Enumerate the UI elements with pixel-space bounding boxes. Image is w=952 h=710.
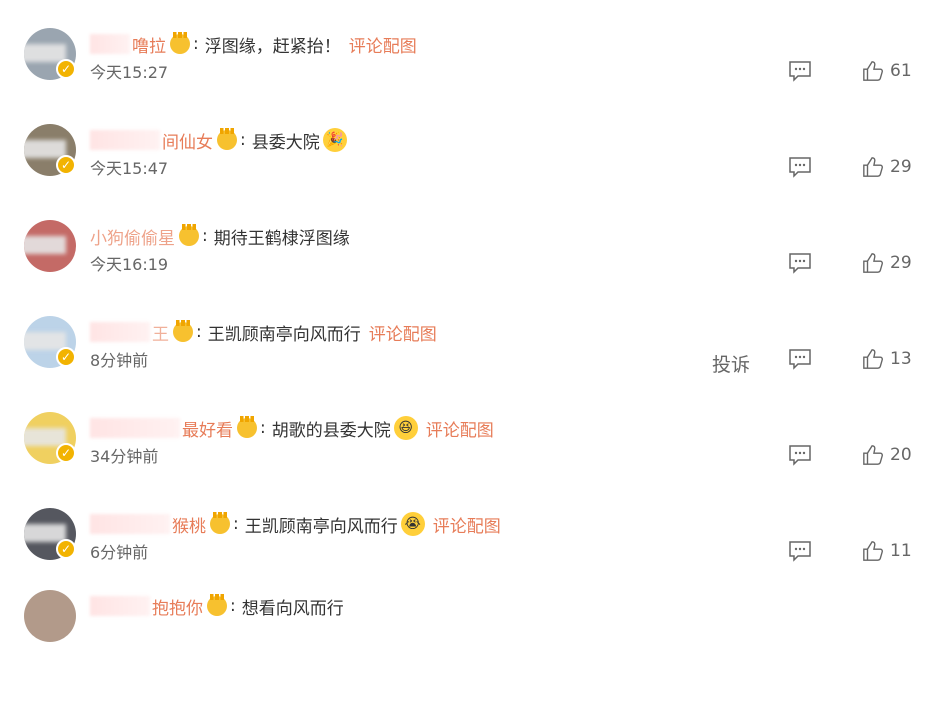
comment-item: 抱抱你 : 想看向风而行 bbox=[0, 590, 952, 710]
user-name[interactable]: 猴桃 bbox=[172, 512, 206, 537]
comment-image-link[interactable]: 评论配图 bbox=[349, 32, 417, 57]
comment-time: 今天15:27 bbox=[90, 63, 169, 82]
comment-text: 王凯顾南亭向风而行 bbox=[244, 516, 398, 537]
fan-crown-icon bbox=[217, 128, 237, 150]
fan-crown-icon bbox=[173, 320, 193, 342]
verified-badge-icon: ✓ bbox=[56, 539, 76, 559]
colon-separator: : bbox=[202, 226, 208, 246]
redacted-name bbox=[90, 596, 150, 616]
avatar[interactable] bbox=[24, 590, 76, 642]
user-name[interactable]: 噜拉 bbox=[132, 32, 166, 57]
like-button[interactable]: 20 bbox=[862, 444, 912, 466]
thumbs-up-icon bbox=[863, 445, 883, 465]
comment-item: ✓ 王 : 王凯顾南亭向风而行 评论配图 8分钟前 投诉 13 bbox=[0, 316, 952, 422]
like-button[interactable]: 29 bbox=[862, 252, 912, 274]
redacted-name bbox=[90, 322, 150, 342]
thumbs-up-icon bbox=[863, 349, 883, 369]
fan-crown-icon bbox=[207, 594, 227, 616]
thumbs-up-icon bbox=[863, 157, 883, 177]
comment-text: 县委大院 bbox=[251, 132, 320, 153]
cheer-emoji-icon: 😆 bbox=[393, 416, 418, 440]
like-count: 13 bbox=[890, 349, 912, 369]
thumbs-up-icon bbox=[863, 61, 883, 81]
user-name[interactable]: 最好看 bbox=[182, 416, 233, 441]
comment-text: 期待王鹤棣浮图缘 bbox=[213, 228, 350, 249]
like-count: 29 bbox=[890, 157, 912, 177]
colon-separator: : bbox=[260, 418, 266, 438]
comment-time: 今天15:47 bbox=[90, 159, 169, 178]
colon-separator: : bbox=[233, 514, 239, 534]
comment-time: 34分钟前 bbox=[90, 447, 159, 466]
fan-crown-icon bbox=[237, 416, 257, 438]
redacted-name bbox=[90, 130, 160, 150]
comment-item: ✓ 最好看 : 胡歌的县委大院 😆 评论配图 34分钟前 20 bbox=[0, 412, 952, 518]
verified-badge-icon: ✓ bbox=[56, 347, 76, 367]
comment-image-link[interactable]: 评论配图 bbox=[433, 512, 501, 537]
reply-icon[interactable] bbox=[788, 156, 812, 178]
reply-icon[interactable] bbox=[788, 348, 812, 370]
colon-separator: : bbox=[193, 34, 199, 54]
reply-icon[interactable] bbox=[788, 540, 812, 562]
like-count: 29 bbox=[890, 253, 912, 273]
user-name[interactable]: 小狗偷偷星 bbox=[90, 224, 175, 249]
avatar[interactable] bbox=[24, 220, 76, 272]
comment-item: ✓ 噜拉 : 浮图缘，赶紧抬！ 评论配图 今天15:27 61 bbox=[0, 28, 952, 134]
like-button[interactable]: 61 bbox=[862, 60, 912, 82]
colon-separator: : bbox=[230, 596, 236, 616]
user-name[interactable]: 间仙女 bbox=[162, 128, 213, 153]
comment-text: 王凯顾南亭向风而行 bbox=[207, 324, 361, 345]
like-button[interactable]: 11 bbox=[862, 540, 912, 562]
colon-separator: : bbox=[240, 130, 246, 150]
redacted-name bbox=[90, 418, 180, 438]
thumbs-up-icon bbox=[863, 541, 883, 561]
like-count: 61 bbox=[890, 61, 912, 81]
verified-badge-icon: ✓ bbox=[56, 59, 76, 79]
reply-icon[interactable] bbox=[788, 60, 812, 82]
comment-image-link[interactable]: 评论配图 bbox=[369, 320, 437, 345]
like-count: 20 bbox=[890, 445, 912, 465]
thumbs-up-icon bbox=[863, 253, 883, 273]
colon-separator: : bbox=[196, 322, 202, 342]
fan-crown-icon bbox=[170, 32, 190, 54]
like-button[interactable]: 13 bbox=[862, 348, 912, 370]
fan-crown-icon bbox=[210, 512, 230, 534]
verified-badge-icon: ✓ bbox=[56, 155, 76, 175]
comment-text: 胡歌的县委大院 bbox=[271, 420, 391, 441]
user-name[interactable]: 抱抱你 bbox=[152, 594, 203, 619]
comment-text: 浮图缘，赶紧抬！ bbox=[204, 36, 341, 57]
comment-item: ✓ 间仙女 : 县委大院 🎉 今天15:47 29 bbox=[0, 124, 952, 230]
like-button[interactable]: 29 bbox=[862, 156, 912, 178]
like-count: 11 bbox=[890, 541, 912, 561]
redacted-name bbox=[90, 34, 130, 54]
reply-icon[interactable] bbox=[788, 444, 812, 466]
user-name[interactable]: 王 bbox=[152, 320, 169, 345]
comment-text: 想看向风而行 bbox=[241, 598, 344, 619]
tears-emoji-icon: 😭 bbox=[400, 512, 425, 536]
comment-time: 6分钟前 bbox=[90, 543, 149, 562]
comment-time: 8分钟前 bbox=[90, 351, 149, 370]
verified-badge-icon: ✓ bbox=[56, 443, 76, 463]
reply-icon[interactable] bbox=[788, 252, 812, 274]
fan-crown-icon bbox=[179, 224, 199, 246]
comment-image-link[interactable]: 评论配图 bbox=[426, 416, 494, 441]
report-link[interactable]: 投诉 bbox=[712, 350, 750, 377]
celebrate-emoji-icon: 🎉 bbox=[322, 128, 347, 152]
redacted-name bbox=[90, 514, 170, 534]
comment-time: 今天16:19 bbox=[90, 255, 169, 274]
comment-item: 小狗偷偷星 : 期待王鹤棣浮图缘 今天16:19 29 bbox=[0, 220, 952, 326]
